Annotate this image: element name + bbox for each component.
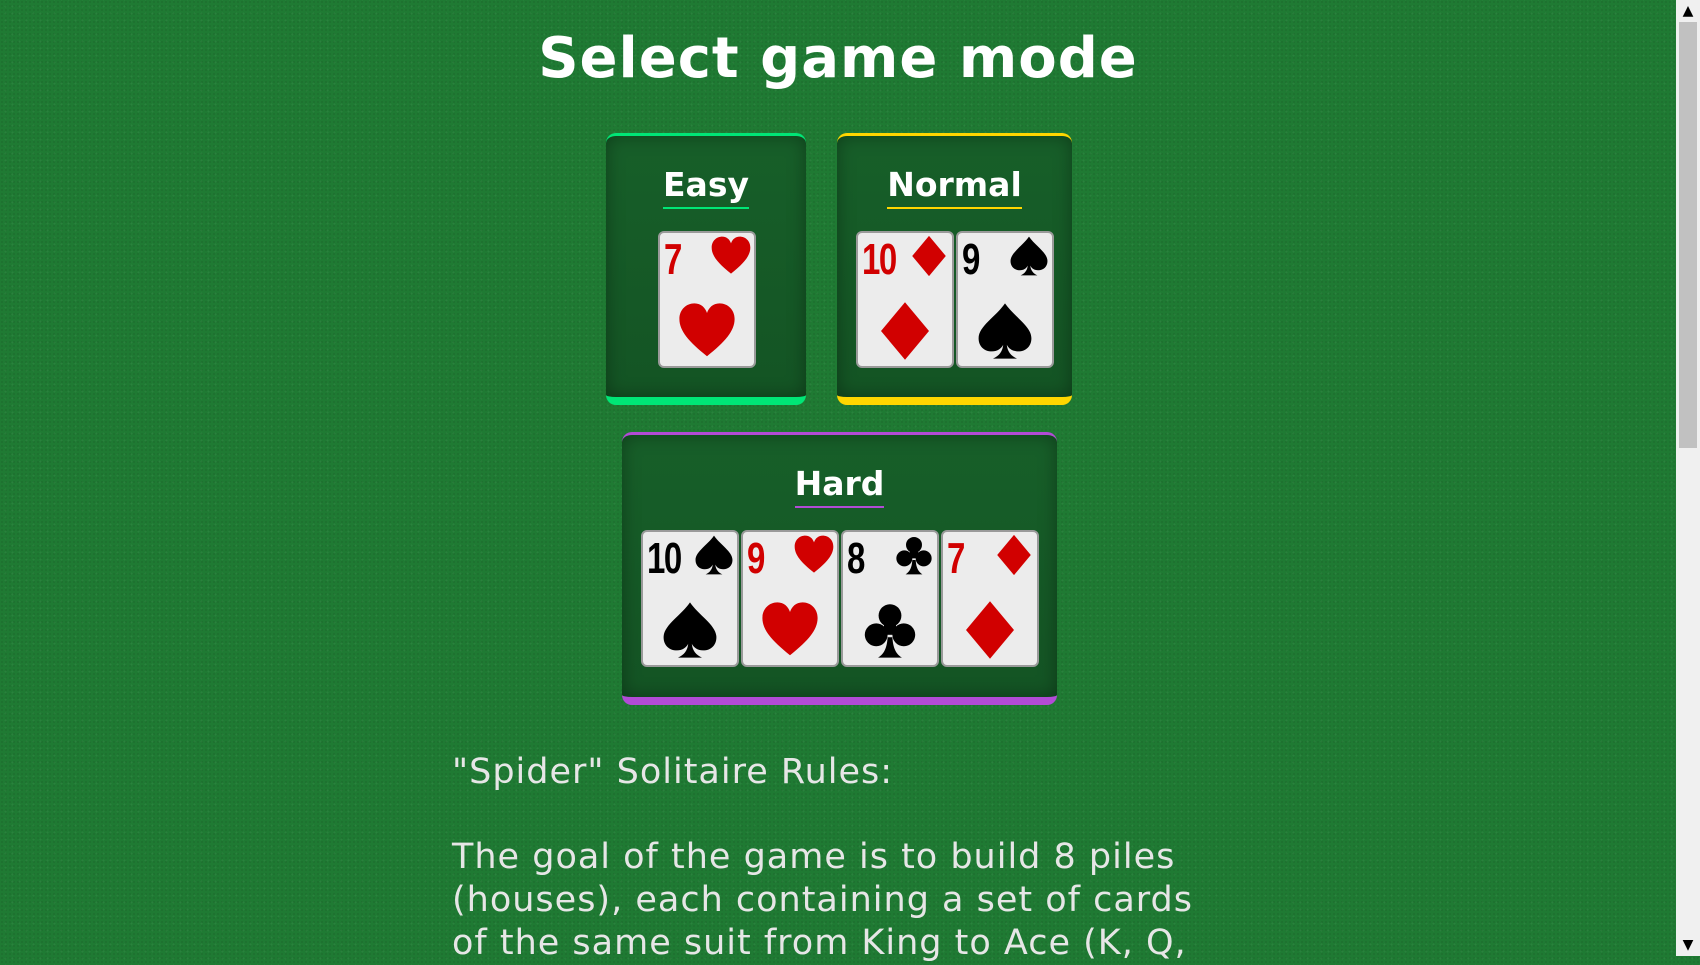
mode-normal-cards: 10 9 [856,231,1054,368]
playing-card: 10 [641,530,739,667]
playing-card: 9 [741,530,839,667]
hearts-suit-icon [762,602,818,656]
diamonds-suit-icon [912,235,946,277]
card-rank: 9 [962,235,980,284]
clubs-suit-icon [864,604,916,658]
scroll-down-arrow-icon[interactable]: ▼ [1676,934,1700,956]
diamonds-suit-icon [966,601,1014,659]
card-rank: 10 [862,235,897,284]
playing-card: 8 [841,530,939,667]
scrollbar-thumb[interactable] [1679,22,1697,448]
playing-card: 7 [658,231,756,368]
hearts-suit-icon [794,535,834,573]
clubs-suit-icon [896,536,932,575]
scroll-up-arrow-icon[interactable]: ▲ [1676,0,1700,22]
playing-card: 10 [856,231,954,368]
mode-hard-label: Hard [794,464,885,508]
mode-normal-button[interactable]: Normal 10 9 [837,133,1072,405]
page-title: Select game mode [538,26,1138,91]
diamonds-suit-icon [997,534,1031,576]
card-rank: 7 [664,235,682,284]
rules-heading: "Spider" Solitaire Rules: [452,752,894,792]
card-rank: 10 [647,534,682,583]
spades-suit-icon [663,602,717,658]
vertical-scrollbar[interactable]: ▲ ▼ [1676,0,1700,956]
rules-text: The goal of the game is to build 8 piles… [452,837,1194,963]
mode-easy-button[interactable]: Easy 7 [606,133,806,405]
card-rank: 9 [747,534,765,583]
mode-hard-cards: 10 9 8 7 [641,530,1039,667]
spades-suit-icon [1010,236,1048,276]
spades-suit-icon [695,535,733,575]
diamonds-suit-icon [881,302,929,360]
mode-hard-button[interactable]: Hard 10 9 8 7 [622,432,1057,705]
playing-card: 7 [941,530,1039,667]
hearts-suit-icon [679,303,735,357]
mode-normal-label: Normal [887,165,1022,209]
card-rank: 7 [947,534,965,583]
playing-card: 9 [956,231,1054,368]
mode-easy-cards: 7 [658,231,756,368]
mode-easy-label: Easy [663,165,749,209]
hearts-suit-icon [711,236,751,274]
card-rank: 8 [847,534,865,583]
spades-suit-icon [978,303,1032,359]
